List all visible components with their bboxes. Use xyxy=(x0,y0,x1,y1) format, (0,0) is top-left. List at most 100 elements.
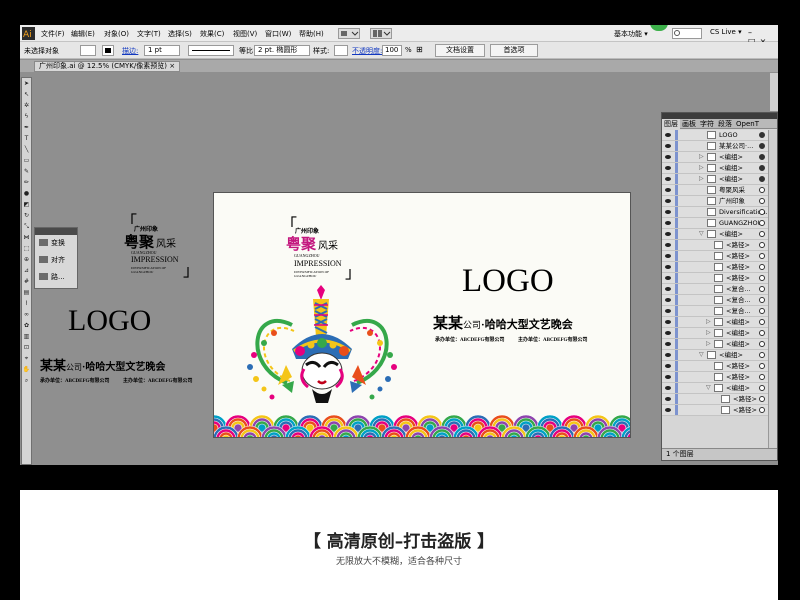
tab-paragraph[interactable]: 段落 xyxy=(716,119,734,129)
rectangle-tool-icon[interactable]: ▭ xyxy=(22,156,31,165)
visibility-eye-icon[interactable] xyxy=(665,309,671,313)
layer-row[interactable]: ▷ <编组> xyxy=(662,317,777,328)
visibility-eye-icon[interactable] xyxy=(665,298,671,302)
menu-edit[interactable]: 编辑(E) xyxy=(71,29,95,39)
layer-row[interactable]: <复合... xyxy=(662,295,777,306)
menu-view[interactable]: 视图(V) xyxy=(233,29,257,39)
menu-file[interactable]: 文件(F) xyxy=(41,29,65,39)
eraser-tool-icon[interactable]: ◩ xyxy=(22,200,31,209)
layer-row[interactable]: <路径> xyxy=(662,251,777,262)
perspective-grid-tool-icon[interactable]: ⊿ xyxy=(22,266,31,275)
layer-row[interactable]: ▽ <编组> xyxy=(662,229,777,240)
expand-toggle-icon[interactable]: ▽ xyxy=(706,384,711,391)
slice-tool-icon[interactable]: ⌖ xyxy=(22,354,31,363)
paintbrush-tool-icon[interactable]: ✎ xyxy=(22,167,31,176)
width-tool-icon[interactable]: ⋈ xyxy=(22,233,31,242)
fill-swatch[interactable] xyxy=(80,45,96,56)
visibility-eye-icon[interactable] xyxy=(665,177,671,181)
visibility-eye-icon[interactable] xyxy=(665,408,671,412)
pen-tool-icon[interactable]: ✒ xyxy=(22,123,31,132)
visibility-eye-icon[interactable] xyxy=(665,155,671,159)
expand-toggle-icon[interactable]: ▷ xyxy=(706,318,711,325)
stroke-label[interactable]: 描边: xyxy=(122,46,138,56)
visibility-eye-icon[interactable] xyxy=(665,265,671,269)
opacity-field[interactable]: 100 xyxy=(382,45,402,56)
stroke-swatch[interactable] xyxy=(102,45,114,56)
layer-row[interactable]: ▷ <编组> xyxy=(662,328,777,339)
gradient-tool-icon[interactable]: ▤ xyxy=(22,288,31,297)
offboard-logo-text[interactable]: LOGO xyxy=(68,304,151,338)
visibility-eye-icon[interactable] xyxy=(665,342,671,346)
menu-object[interactable]: 对象(O) xyxy=(104,29,129,39)
preferences-button[interactable]: 首选项 xyxy=(490,44,538,57)
layer-row[interactable]: 粤聚风采 xyxy=(662,185,777,196)
minimize-icon[interactable]: – xyxy=(748,28,756,37)
target-circle-icon[interactable] xyxy=(759,341,765,347)
blob-brush-tool-icon[interactable]: ● xyxy=(22,189,31,198)
target-circle-icon[interactable] xyxy=(759,363,765,369)
target-circle-icon[interactable] xyxy=(759,132,765,138)
variable-width-profile[interactable] xyxy=(188,45,234,56)
target-circle-icon[interactable] xyxy=(759,264,765,270)
visibility-eye-icon[interactable] xyxy=(665,221,671,225)
direct-selection-tool-icon[interactable]: ↖ xyxy=(22,90,31,99)
visibility-eye-icon[interactable] xyxy=(665,254,671,258)
target-circle-icon[interactable] xyxy=(759,176,765,182)
visibility-eye-icon[interactable] xyxy=(665,133,671,137)
pathfinder-panel-button[interactable]: 路... xyxy=(35,269,77,286)
layer-row[interactable]: 广州印象 xyxy=(662,196,777,207)
visibility-eye-icon[interactable] xyxy=(665,287,671,291)
layer-row[interactable]: <路径> xyxy=(662,262,777,273)
line-tool-icon[interactable]: ╲ xyxy=(22,145,31,154)
lasso-tool-icon[interactable]: ϟ xyxy=(22,112,31,121)
tab-opentype[interactable]: OpenT xyxy=(734,119,761,129)
layer-row[interactable]: <路径> xyxy=(662,372,777,383)
layer-row[interactable]: <路径> xyxy=(662,361,777,372)
target-circle-icon[interactable] xyxy=(759,187,765,193)
visibility-eye-icon[interactable] xyxy=(665,331,671,335)
expand-toggle-icon[interactable]: ▷ xyxy=(699,175,704,182)
mesh-tool-icon[interactable]: # xyxy=(22,277,31,286)
tab-artboards[interactable]: 画板 xyxy=(680,119,698,129)
target-circle-icon[interactable] xyxy=(759,319,765,325)
layer-row[interactable]: ▷ <编组> xyxy=(662,163,777,174)
target-circle-icon[interactable] xyxy=(759,253,765,259)
visibility-eye-icon[interactable] xyxy=(665,232,671,236)
opacity-label[interactable]: 不透明度: xyxy=(352,46,382,56)
layer-row[interactable]: GUANGZHOU xyxy=(662,218,777,229)
layer-row[interactable]: ▽ <编组> xyxy=(662,383,777,394)
target-circle-icon[interactable] xyxy=(759,396,765,402)
arrange-documents-icon[interactable] xyxy=(370,28,392,39)
layer-row[interactable]: <路径> xyxy=(662,394,777,405)
graphic-style-picker[interactable] xyxy=(334,45,348,56)
workspace-switcher[interactable]: 基本功能 ▾ xyxy=(614,29,648,39)
tab-character[interactable]: 字符 xyxy=(698,119,716,129)
target-circle-icon[interactable] xyxy=(759,231,765,237)
document-setup-button[interactable]: 文档设置 xyxy=(435,44,485,57)
layer-row[interactable]: 某某公司·... xyxy=(662,141,777,152)
layer-row[interactable]: <路径> xyxy=(662,240,777,251)
offboard-company-title[interactable]: 某某公司·哈哈大型文艺晚会 xyxy=(40,355,165,374)
close-tab-icon[interactable]: × xyxy=(169,62,175,70)
target-circle-icon[interactable] xyxy=(759,297,765,303)
layer-row[interactable]: ▽ <编组> xyxy=(662,350,777,361)
menu-window[interactable]: 窗口(W) xyxy=(265,29,291,39)
expand-toggle-icon[interactable]: ▽ xyxy=(699,230,704,237)
target-circle-icon[interactable] xyxy=(759,209,765,215)
target-circle-icon[interactable] xyxy=(759,154,765,160)
rotate-tool-icon[interactable]: ↻ xyxy=(22,211,31,220)
expand-toggle-icon[interactable]: ▽ xyxy=(699,351,704,358)
layer-row[interactable]: ▷ <编组> xyxy=(662,152,777,163)
bridge-icon[interactable] xyxy=(338,28,360,39)
expand-toggle-icon[interactable]: ▷ xyxy=(699,153,704,160)
menu-type[interactable]: 文字(T) xyxy=(137,29,161,39)
target-circle-icon[interactable] xyxy=(759,198,765,204)
layer-row[interactable]: <复合... xyxy=(662,284,777,295)
shape-builder-tool-icon[interactable]: ⊕ xyxy=(22,255,31,264)
expand-toggle-icon[interactable]: ▷ xyxy=(706,340,711,347)
hand-tool-icon[interactable]: ✋ xyxy=(22,365,31,374)
column-graph-tool-icon[interactable]: ▥ xyxy=(22,332,31,341)
expand-toggle-icon[interactable]: ▷ xyxy=(699,164,704,171)
expand-toggle-icon[interactable]: ▷ xyxy=(706,329,711,336)
symbol-sprayer-tool-icon[interactable]: ✿ xyxy=(22,321,31,330)
